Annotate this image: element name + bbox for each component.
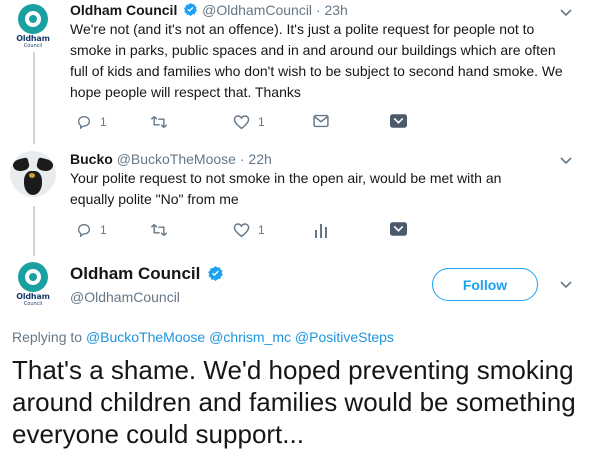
avatar-wordmark: Oldham — [16, 34, 50, 43]
tweet-actions: 1 1 — [70, 114, 430, 134]
heart-icon — [233, 115, 250, 130]
moose-eye-icon — [29, 173, 35, 178]
thread-line — [33, 52, 35, 144]
tweet-actions: 1 1 — [70, 222, 430, 242]
reply-icon — [77, 115, 91, 130]
verified-badge-icon — [184, 2, 198, 17]
thread-line — [33, 206, 35, 256]
oldham-logo-icon — [18, 262, 48, 292]
author-handle[interactable]: @OldhamCouncil — [202, 2, 312, 18]
author-name[interactable]: Oldham Council — [70, 264, 200, 283]
mention-link[interactable]: @chrism_mc — [209, 329, 291, 345]
promote-icon — [390, 114, 407, 128]
reply-button[interactable]: 1 — [76, 222, 107, 238]
retweet-icon — [150, 223, 168, 237]
mention-link[interactable]: @PositiveSteps — [295, 329, 394, 345]
tweet-text: Your polite request to not smoke in the … — [70, 170, 502, 207]
reply-icon — [77, 223, 91, 238]
promote-button[interactable] — [390, 114, 407, 128]
chevron-down-icon[interactable] — [559, 156, 573, 166]
author-name[interactable]: Bucko — [70, 151, 113, 167]
analytics-icon — [315, 224, 327, 238]
replying-prefix: Replying to — [12, 329, 83, 345]
promote-icon — [390, 222, 407, 236]
tweet-time[interactable]: · 23h — [316, 2, 348, 18]
avatar[interactable]: Oldham Council — [10, 4, 56, 50]
avatar-wordmark: Oldham — [16, 292, 50, 301]
reply-count: 1 — [100, 115, 107, 129]
oldham-logo-icon — [18, 4, 48, 34]
chevron-down-icon[interactable] — [559, 8, 573, 18]
follow-button[interactable]: Follow — [432, 268, 538, 301]
main-author-handle[interactable]: @OldhamCouncil — [70, 288, 180, 306]
replying-to: Replying to @BuckoTheMoose @chrism_mc @P… — [12, 328, 394, 346]
avatar[interactable]: Oldham Council — [10, 262, 56, 308]
heart-icon — [233, 223, 250, 238]
main-tweet-text: That's a shame. We'd hoped preventing sm… — [12, 355, 576, 449]
avatar[interactable] — [10, 151, 56, 197]
tweet-header: Bucko @BuckoTheMoose · 22h — [70, 150, 272, 168]
verified-badge-icon — [208, 266, 223, 281]
mention-link[interactable]: @BuckoTheMoose — [86, 329, 205, 345]
envelope-icon — [313, 114, 329, 128]
avatar-wordmark-sub: Council — [23, 43, 43, 49]
moose-antler-icon — [35, 157, 55, 173]
promote-button[interactable] — [390, 222, 407, 236]
direct-message-button[interactable] — [313, 114, 329, 128]
like-count: 1 — [258, 115, 265, 129]
like-count: 1 — [258, 223, 265, 237]
tweet-header: Oldham Council @OldhamCouncil · 23h — [70, 1, 348, 19]
retweet-button[interactable] — [150, 222, 168, 238]
avatar-wordmark-sub: Council — [23, 301, 43, 307]
retweet-icon — [150, 115, 168, 129]
main-author-name[interactable]: Oldham Council — [70, 263, 224, 285]
retweet-button[interactable] — [150, 114, 168, 130]
author-handle[interactable]: @BuckoTheMoose — [117, 151, 236, 167]
analytics-button[interactable] — [315, 222, 327, 238]
moose-antler-icon — [11, 157, 31, 173]
chevron-down-icon[interactable] — [559, 280, 573, 290]
like-button[interactable]: 1 — [233, 114, 265, 130]
reply-button[interactable]: 1 — [76, 114, 107, 130]
like-button[interactable]: 1 — [233, 222, 265, 238]
author-name[interactable]: Oldham Council — [70, 2, 177, 18]
reply-count: 1 — [100, 223, 107, 237]
tweet-time[interactable]: · 22h — [240, 151, 272, 167]
tweet-text: We're not (and it's not an offence). It'… — [70, 21, 563, 100]
